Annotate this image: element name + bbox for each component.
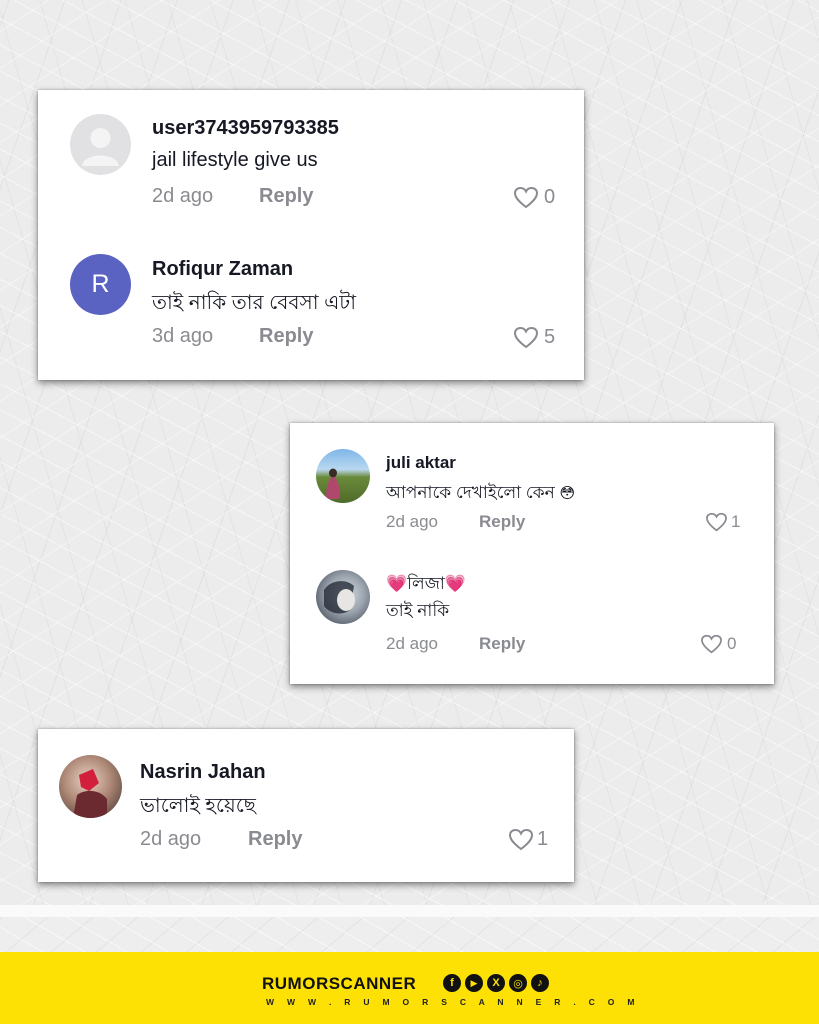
tiktok-icon[interactable]: ♪ [531,974,549,992]
comment-text: আপনাকে দেখাইলো কেন 😳 [386,480,575,508]
heart-icon [508,828,534,851]
avatar-letter: R [91,270,110,298]
comment-time: 2d ago [386,512,438,531]
like-button[interactable]: 0 [700,634,736,654]
like-button[interactable]: 5 [513,326,555,349]
comment-time: 2d ago [386,634,438,653]
comment-item: Nasrin Jahan ভালোই হয়েছে 2d ago Reply 1 [38,729,574,882]
comment-text: তাই নাকি তার বেবসা এটা [152,292,356,314]
x-icon[interactable]: X [487,974,505,992]
like-count: 1 [731,512,741,531]
comment-text: ভালোই হয়েছে [140,795,256,817]
heart-icon [706,512,727,532]
comment-text: তাই নাকি [386,601,450,620]
reply-button[interactable]: Reply [248,828,302,851]
flushed-emoji-icon: 😳 [559,485,576,502]
avatar-photo[interactable] [59,755,122,818]
default-avatar[interactable] [70,114,131,175]
heart-icon [701,634,722,654]
comment-card-2: juli aktar আপনাকে দেখাইলো কেন 😳 2d ago R… [290,423,774,684]
like-count: 1 [537,828,549,850]
comment-text: jail lifestyle give us [152,149,318,171]
avatar-photo[interactable] [316,449,370,503]
brand-logo-text: RUMORSCANNER [262,974,417,993]
comment-item: 💗লিজা💗 তাই নাকি 2d ago Reply 0 [290,548,774,684]
reply-button[interactable]: Reply [259,325,313,348]
comment-username[interactable]: juli aktar [386,453,456,473]
comment-card-3: Nasrin Jahan ভালোই হয়েছে 2d ago Reply 1 [38,729,574,882]
comment-time: 2d ago [152,185,214,207]
comment-time: 3d ago [152,325,214,347]
website-url[interactable]: W W W . R U M O R S C A N N E R . C O M [266,997,640,1007]
comment-username[interactable]: Nasrin Jahan [140,761,266,784]
comment-item: user3743959793385 jail lifestyle give us… [38,90,584,230]
person-photo-icon [73,769,107,818]
avatar[interactable]: R [70,254,131,315]
background-texture-lower [0,917,819,952]
heart-icon [513,326,539,349]
like-button[interactable]: 1 [508,828,548,851]
like-button[interactable]: 0 [513,186,555,209]
comment-username[interactable]: Rofiqur Zaman [152,258,293,281]
comment-time: 2d ago [140,828,202,850]
comment-username[interactable]: user3743959793385 [152,117,339,140]
heart-icon [513,186,539,209]
youtube-icon[interactable]: ▶ [465,974,483,992]
like-count: 5 [544,326,556,348]
comment-item: juli aktar আপনাকে দেখাইলো কেন 😳 2d ago R… [290,423,774,548]
reply-button[interactable]: Reply [479,634,525,654]
comment-card-1: user3743959793385 jail lifestyle give us… [38,90,584,380]
like-count: 0 [727,634,737,653]
comment-username[interactable]: 💗লিজা💗 [386,571,466,599]
comment-text-body: আপনাকে দেখাইলো কেন [386,483,555,502]
facebook-icon[interactable]: f [443,974,461,992]
separator-strip [0,905,819,917]
pink-heart-icon: 💗 [386,574,408,593]
reply-button[interactable]: Reply [259,185,313,208]
avatar-photo[interactable] [316,570,370,624]
person-photo-icon [326,468,340,499]
like-count: 0 [544,186,556,208]
user-silhouette-icon [82,128,119,166]
person-photo-icon [324,581,355,614]
username-label: লিজা [407,574,445,593]
pink-heart-icon: 💗 [444,574,467,593]
like-button[interactable]: 1 [705,512,740,532]
instagram-icon[interactable]: ◎ [509,974,527,992]
comment-item: R Rofiqur Zaman তাই নাকি তার বেবসা এটা 3… [38,230,584,380]
reply-button[interactable]: Reply [479,512,525,532]
